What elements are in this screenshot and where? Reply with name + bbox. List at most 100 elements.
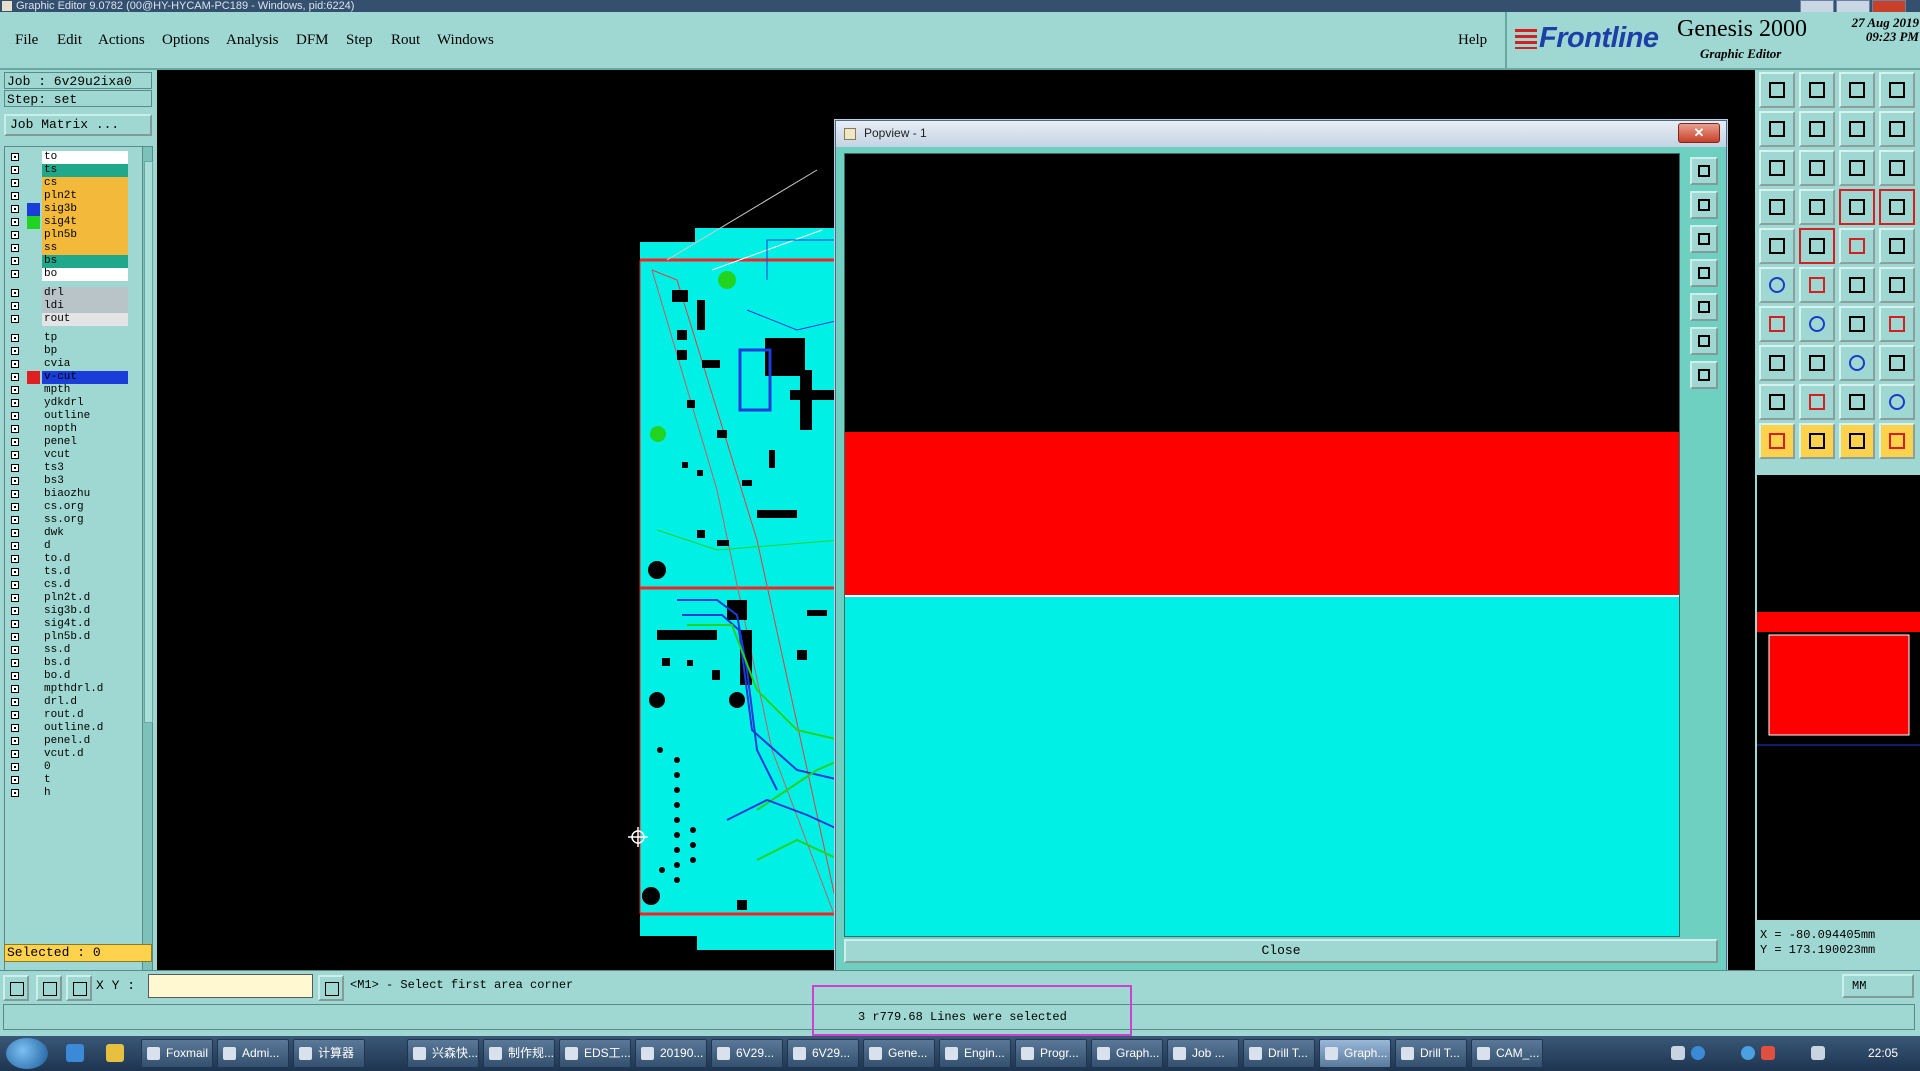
- layer-checkbox[interactable]: [11, 620, 19, 628]
- pan-left-icon[interactable]: [1759, 111, 1795, 147]
- menu-windows[interactable]: Windows: [437, 32, 494, 49]
- menu-step[interactable]: Step: [346, 32, 373, 49]
- layer-checkbox[interactable]: [11, 412, 19, 420]
- layer-checkbox[interactable]: [11, 542, 19, 550]
- ie-icon[interactable]: [66, 1044, 84, 1062]
- menu-analysis[interactable]: Analysis: [226, 32, 279, 49]
- taskbar-item[interactable]: 制作规...: [483, 1039, 555, 1068]
- menu-file[interactable]: File: [15, 32, 38, 49]
- layer-name[interactable]: bo: [42, 268, 128, 281]
- pad-icon[interactable]: [1799, 189, 1835, 225]
- close-window-button[interactable]: [1872, 0, 1906, 12]
- pad-add-icon[interactable]: [1879, 228, 1915, 264]
- layer-checkbox[interactable]: [11, 302, 19, 310]
- layer-checkbox[interactable]: [11, 386, 19, 394]
- taskbar-item[interactable]: 6V29...: [787, 1039, 859, 1068]
- layer-checkbox[interactable]: [11, 438, 19, 446]
- flag-icon[interactable]: [1761, 1046, 1775, 1060]
- snap-icon[interactable]: [1759, 189, 1795, 225]
- popview-zoom-home-icon[interactable]: [1690, 157, 1718, 185]
- taskbar-item[interactable]: Drill T...: [1395, 1039, 1467, 1068]
- layer-checkbox[interactable]: [11, 503, 19, 511]
- polygon-icon[interactable]: [1839, 384, 1875, 420]
- layer-checkbox[interactable]: [11, 270, 19, 278]
- menu-actions[interactable]: Actions: [98, 32, 145, 49]
- select-icon[interactable]: [1759, 423, 1795, 459]
- layer-checkbox[interactable]: [11, 789, 19, 797]
- layer-checkbox[interactable]: [11, 490, 19, 498]
- volume-icon[interactable]: [1811, 1046, 1825, 1060]
- move-icon[interactable]: [1839, 345, 1875, 381]
- fit-view-icon[interactable]: [1799, 150, 1835, 186]
- triangle-icon[interactable]: [1799, 384, 1835, 420]
- popview-canvas[interactable]: [844, 153, 1680, 937]
- layer-checkbox[interactable]: [11, 464, 19, 472]
- layer-checkbox[interactable]: [11, 750, 19, 758]
- layer-checkbox[interactable]: [11, 166, 19, 174]
- layer-row[interactable]: bo: [5, 267, 143, 282]
- layer-checkbox[interactable]: [11, 451, 19, 459]
- slope-icon[interactable]: [1799, 306, 1835, 342]
- node-icon[interactable]: [1759, 267, 1795, 303]
- folder-icon[interactable]: [106, 1044, 124, 1062]
- pan-right-icon[interactable]: [1799, 111, 1835, 147]
- layer-checkbox[interactable]: [11, 218, 19, 226]
- layer-checkbox[interactable]: [11, 568, 19, 576]
- select-feature-icon[interactable]: [1799, 423, 1835, 459]
- zoom-home-icon[interactable]: [1759, 72, 1795, 108]
- rotate-icon[interactable]: [1879, 384, 1915, 420]
- start-button[interactable]: [6, 1038, 48, 1069]
- taskbar-item[interactable]: Gene...: [863, 1039, 935, 1068]
- layer-checkbox[interactable]: [11, 555, 19, 563]
- layer-checkbox[interactable]: [11, 685, 19, 693]
- layer-checkbox[interactable]: [11, 594, 19, 602]
- maximize-button[interactable]: [1836, 0, 1870, 12]
- taskbar-item[interactable]: Drill T...: [1243, 1039, 1315, 1068]
- layer-list-scrollbar[interactable]: [142, 146, 153, 1014]
- flip-icon[interactable]: [1879, 345, 1915, 381]
- filter-icon[interactable]: [1759, 384, 1795, 420]
- popview-fit-icon[interactable]: [1690, 327, 1718, 355]
- layer-checkbox[interactable]: [11, 179, 19, 187]
- popview-zoom-in-icon[interactable]: [1690, 191, 1718, 219]
- layer-name[interactable]: rout: [42, 313, 128, 326]
- feature-add-icon[interactable]: [1759, 228, 1795, 264]
- zoom-in-icon[interactable]: [1799, 72, 1835, 108]
- taskbar-item[interactable]: 兴森快...: [407, 1039, 479, 1068]
- keyboard-icon[interactable]: [1671, 1046, 1685, 1060]
- help-icon[interactable]: [1691, 1046, 1705, 1060]
- pan-center-icon[interactable]: [1839, 111, 1875, 147]
- layer-checkbox[interactable]: [11, 672, 19, 680]
- taskbar-item[interactable]: 20190...: [635, 1039, 707, 1068]
- layer-checkbox[interactable]: [11, 737, 19, 745]
- snap-mode-icon[interactable]: [3, 975, 29, 1001]
- layer-checkbox[interactable]: [11, 257, 19, 265]
- layer-checkbox[interactable]: [11, 516, 19, 524]
- layer-checkbox[interactable]: [11, 698, 19, 706]
- layer-checkbox[interactable]: [11, 529, 19, 537]
- grid-mode-icon[interactable]: [66, 975, 92, 1001]
- move-layer-icon[interactable]: [1879, 306, 1915, 342]
- xy-input[interactable]: [148, 974, 313, 998]
- fit-icon[interactable]: [1759, 150, 1795, 186]
- menu-edit[interactable]: Edit: [57, 32, 82, 49]
- query-icon[interactable]: [1879, 150, 1915, 186]
- zoom-redraw-icon[interactable]: [1839, 72, 1875, 108]
- layer-checkbox[interactable]: [11, 347, 19, 355]
- contour-icon[interactable]: [1799, 228, 1835, 264]
- job-matrix-button[interactable]: Job Matrix ...: [4, 114, 152, 136]
- taskbar-item[interactable]: CAM_...: [1471, 1039, 1543, 1068]
- route-icon[interactable]: [1839, 189, 1875, 225]
- layer-checkbox[interactable]: [11, 360, 19, 368]
- layer-checkbox[interactable]: [11, 205, 19, 213]
- overview-map[interactable]: [1757, 475, 1920, 920]
- layer-checkbox[interactable]: [11, 724, 19, 732]
- minimize-button[interactable]: [1800, 0, 1834, 12]
- zoom-window-icon[interactable]: [1879, 72, 1915, 108]
- measure-icon[interactable]: [1839, 228, 1875, 264]
- units-select[interactable]: MM: [1842, 974, 1914, 998]
- one-to-one-icon[interactable]: [1839, 150, 1875, 186]
- line-add-icon[interactable]: [1839, 267, 1875, 303]
- popview-close-x-button[interactable]: ✕: [1678, 123, 1720, 143]
- popview-center-icon[interactable]: [1690, 361, 1718, 389]
